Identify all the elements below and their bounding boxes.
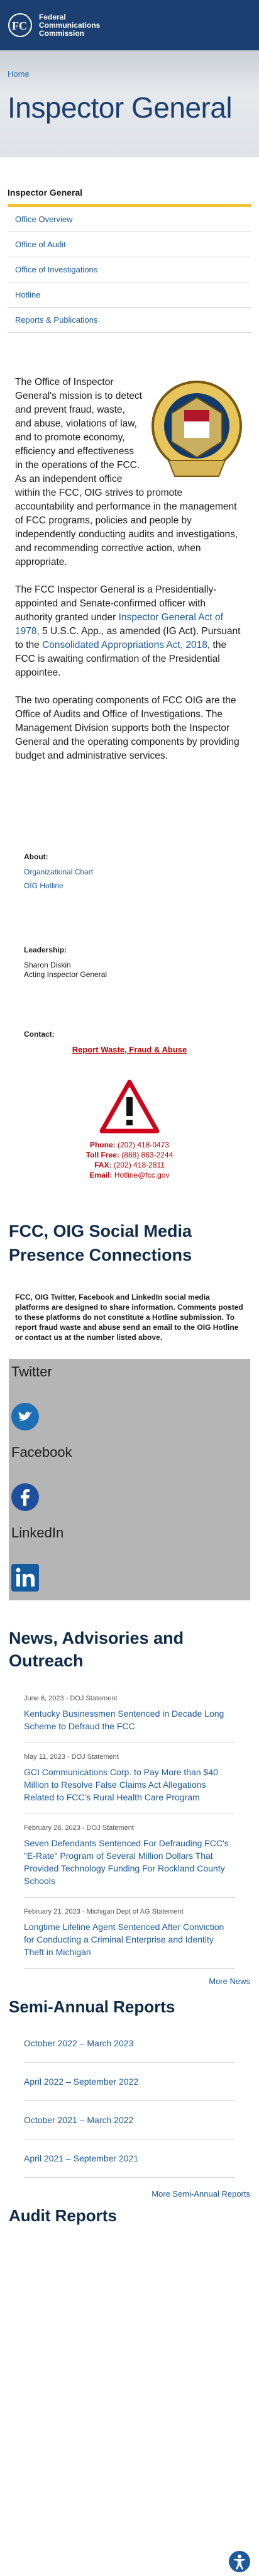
semi-annual-heading: Semi-Annual Reports <box>9 1997 175 2016</box>
list-item: February 28, 2023 - DOJ Statement Seven … <box>24 1814 235 1898</box>
accessibility-button[interactable] <box>229 2551 250 2572</box>
org-chart-link[interactable]: Organizational Chart <box>24 867 235 876</box>
semi-annual-link[interactable]: April 2021 – September 2021 <box>24 2139 235 2178</box>
oig-seal-icon <box>152 381 242 477</box>
twitter-icon[interactable] <box>11 1403 39 1430</box>
sidebar-item-office-of-investigations[interactable]: Office of Investigations <box>8 257 251 282</box>
social-note: FCC, OIG Twitter, Facebook and LinkedIn … <box>15 1293 243 1342</box>
sidebar-item-reports[interactable]: Reports & Publications <box>8 308 251 333</box>
semi-annual-link[interactable]: April 2022 – September 2022 <box>24 2063 235 2101</box>
hero-banner: Home Inspector General <box>0 50 259 157</box>
list-item: June 6, 2023 - DOJ Statement Kentucky Bu… <box>24 1685 235 1743</box>
leader-title: Acting Inspector General <box>24 970 107 979</box>
intro-paragraph-3: The two operating components of FCC OIG … <box>15 695 240 761</box>
semi-annual-link[interactable]: October 2021 – March 2022 <box>24 2101 235 2139</box>
page-title: Inspector General <box>8 91 233 124</box>
appropriations-act-link[interactable]: Consolidated Appropriations Act, 2018 <box>42 640 207 650</box>
svg-text:FC: FC <box>12 20 27 32</box>
site-header: FC Federal Communications Commission <box>0 0 259 50</box>
oig-hotline-link[interactable]: OIG Hotline <box>24 881 235 890</box>
social-heading: FCC, OIG Social Media Presence Connectio… <box>9 1222 192 1264</box>
sidebar-heading: Inspector General <box>8 182 251 207</box>
news-link[interactable]: Kentucky Businessmen Sentenced in Decade… <box>24 1707 235 1732</box>
intro-content: The Office of Inspector General's missio… <box>0 333 259 763</box>
sidebar-item-office-overview[interactable]: Office Overview <box>8 207 251 232</box>
semi-annual-list: October 2022 – March 2023 April 2022 – S… <box>0 2017 259 2178</box>
report-waste-link[interactable]: Report Waste, Fraud & Abuse <box>72 1045 187 1054</box>
agency-name: Federal Communications Commission <box>39 12 101 38</box>
leader-name: Sharon Diskin <box>24 961 71 969</box>
news-heading: News, Advisories and Outreach <box>9 1629 184 1670</box>
list-item: February 21, 2023 - Michigan Dept of AG … <box>24 1898 235 1969</box>
intro-paragraph-2: The FCC Inspector General is a President… <box>15 584 241 678</box>
social-linkedin[interactable]: LinkedIn <box>9 1520 250 1600</box>
contact-label: Contact: <box>24 1030 55 1039</box>
semi-annual-link[interactable]: October 2022 – March 2023 <box>24 2024 235 2063</box>
about-label: About: <box>24 852 48 861</box>
linkedin-icon[interactable] <box>11 1564 39 1592</box>
news-list: June 6, 2023 - DOJ Statement Kentucky Bu… <box>0 1672 259 1969</box>
news-link[interactable]: Longtime Lifeline Agent Sentenced After … <box>24 1921 235 1958</box>
list-item: May 11, 2023 - DOJ Statement GCI Communi… <box>24 1743 235 1814</box>
sidebar-nav: Inspector General Office Overview Office… <box>8 182 251 333</box>
warning-icon <box>99 1079 160 1134</box>
news-link[interactable]: Seven Defendants Sentenced For Defraudin… <box>24 1837 235 1887</box>
audit-reports-heading: Audit Reports <box>9 2206 117 2225</box>
facebook-icon[interactable] <box>11 1483 39 1511</box>
leadership-label: Leadership: <box>24 945 67 954</box>
fcc-logo[interactable]: FC <box>8 13 33 38</box>
sidebar-item-office-of-audit[interactable]: Office of Audit <box>8 232 251 257</box>
breadcrumb-home[interactable]: Home <box>8 69 251 79</box>
hotline-email-link[interactable]: Hotline@fcc.gov <box>114 1171 170 1179</box>
social-twitter[interactable]: Twitter <box>9 1359 250 1439</box>
more-news-link[interactable]: More News <box>0 1969 259 1986</box>
social-panel: Twitter Facebook LinkedIn <box>0 1359 259 1600</box>
about-section: About: Organizational Chart OIG Hotline … <box>0 777 259 1180</box>
accessibility-icon <box>234 2555 245 2570</box>
social-facebook[interactable]: Facebook <box>9 1439 250 1520</box>
contact-details: Phone: (202) 418-0473 Toll Free: (888) 8… <box>85 1140 174 1179</box>
sidebar-item-hotline[interactable]: Hotline <box>8 282 251 308</box>
news-link[interactable]: GCI Communications Corp. to Pay More tha… <box>24 1766 235 1804</box>
more-semi-annual-link[interactable]: More Semi-Annual Reports <box>0 2178 259 2199</box>
